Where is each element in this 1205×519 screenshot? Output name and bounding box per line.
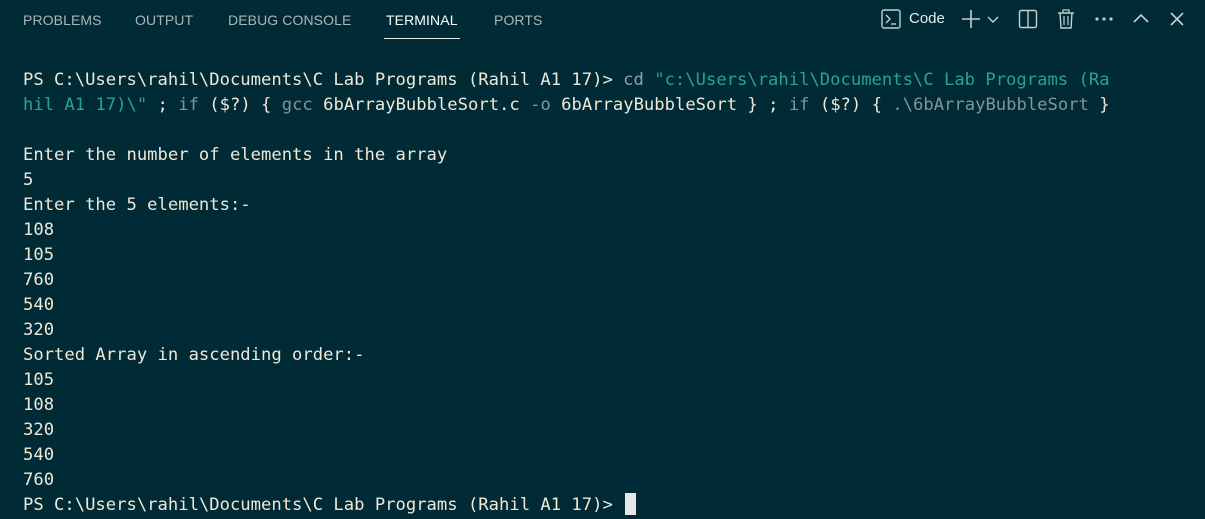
close-icon: [1167, 8, 1187, 30]
source-file: 6bArrayBubbleSort.c: [312, 95, 531, 115]
split-icon: [1017, 8, 1039, 30]
more-actions-button[interactable]: [1093, 8, 1115, 30]
more-icon: [1093, 8, 1115, 30]
condition: ($?) {: [809, 95, 893, 115]
if-keyword: if: [178, 95, 199, 115]
terminal-profile-label: Code: [909, 10, 945, 27]
kill-terminal-button[interactable]: [1055, 8, 1077, 30]
final-prompt-line: PS C:\Users\rahil\Documents\C Lab Progra…: [23, 493, 1193, 518]
output-line: 108: [23, 220, 55, 240]
output-line: 108: [23, 395, 55, 415]
if-keyword: if: [788, 95, 810, 115]
maximize-panel-button[interactable]: [1131, 8, 1151, 30]
gcc-command: gcc: [281, 95, 313, 115]
output-line: Sorted Array in ascending order:-: [23, 345, 365, 365]
output-flag: -o: [530, 95, 551, 115]
executable: .\6bArrayBubbleSort: [892, 95, 1089, 115]
text-cursor: [625, 493, 637, 515]
trash-icon: [1055, 8, 1077, 30]
tab-terminal[interactable]: TERMINAL: [384, 0, 460, 39]
tab-ports[interactable]: PORTS: [494, 0, 542, 38]
tab-problems[interactable]: PROBLEMS: [23, 0, 102, 38]
close-brace: }: [1088, 95, 1110, 115]
terminal-panel: PROBLEMS OUTPUT DEBUG CONSOLE TERMINAL P…: [0, 0, 1205, 519]
terminal-profile-button[interactable]: Code: [880, 8, 950, 30]
plus-icon: [960, 8, 982, 30]
command-line-1: PS C:\Users\rahil\Documents\C Lab Progra…: [23, 68, 1193, 93]
output-line: 105: [23, 245, 55, 265]
output-file: 6bArrayBubbleSort: [550, 95, 748, 115]
panel-header: PROBLEMS OUTPUT DEBUG CONSOLE TERMINAL P…: [0, 0, 1205, 40]
cd-command: cd: [612, 70, 655, 90]
terminal-output[interactable]: PS C:\Users\rahil\Documents\C Lab Progra…: [23, 68, 1193, 518]
cd-path-part-2: hil A1 17)\": [23, 95, 148, 115]
separator: ;: [147, 95, 179, 115]
tab-output[interactable]: OUTPUT: [135, 0, 193, 38]
output-line: Enter the number of elements in the arra…: [23, 145, 448, 165]
command-line-2: hil A1 17)\" ; if ($?) { gcc 6bArrayBubb…: [23, 93, 1193, 118]
close-panel-button[interactable]: [1167, 8, 1187, 30]
cd-path-part-1: "c:\Users\rahil\Documents\C Lab Programs…: [654, 70, 1110, 90]
close-brace: }: [747, 95, 758, 115]
output-line: 540: [23, 445, 55, 465]
output-line: 320: [23, 320, 55, 340]
condition: ($?) {: [198, 95, 282, 115]
output-line: 320: [23, 420, 55, 440]
output-line: Enter the 5 elements:-: [23, 195, 251, 215]
chevron-up-icon: [1131, 8, 1151, 30]
new-terminal-button[interactable]: [960, 8, 982, 30]
output-line: 5: [23, 170, 34, 190]
output-line: 105: [23, 370, 55, 390]
terminal-dropdown-button[interactable]: [986, 8, 1000, 30]
split-terminal-button[interactable]: [1017, 8, 1039, 30]
output-line: 540: [23, 295, 55, 315]
chevron-down-icon: [986, 8, 1000, 30]
output-line: 760: [23, 470, 55, 490]
prompt: PS C:\Users\rahil\Documents\C Lab Progra…: [23, 70, 613, 90]
output-line: 760: [23, 270, 55, 290]
separator: ;: [757, 95, 789, 115]
tab-debug-console[interactable]: DEBUG CONSOLE: [228, 0, 351, 38]
prompt: PS C:\Users\rahil\Documents\C Lab Progra…: [23, 495, 624, 515]
